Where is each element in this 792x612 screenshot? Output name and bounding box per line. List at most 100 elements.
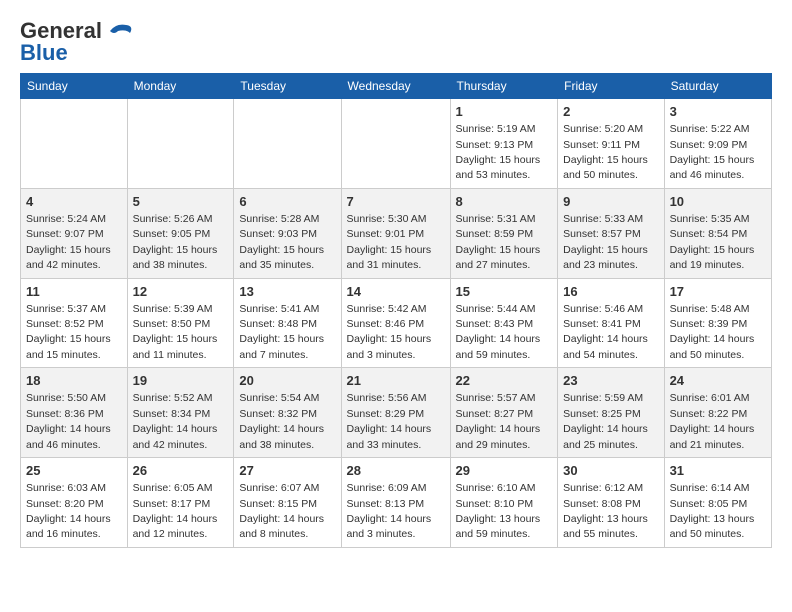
day-info: Sunrise: 5:48 AM Sunset: 8:39 PM Dayligh…	[670, 303, 755, 361]
calendar-cell: 25 Sunrise: 6:03 AM Sunset: 8:20 PM Dayli…	[21, 458, 128, 548]
calendar-week-2: 4 Sunrise: 5:24 AM Sunset: 9:07 PM Daylig…	[21, 188, 772, 278]
day-info: Sunrise: 5:31 AM Sunset: 8:59 PM Dayligh…	[456, 213, 541, 271]
day-info: Sunrise: 5:46 AM Sunset: 8:41 PM Dayligh…	[563, 303, 648, 361]
day-number: 7	[347, 193, 445, 211]
calendar-cell	[234, 99, 341, 189]
calendar-cell: 4 Sunrise: 5:24 AM Sunset: 9:07 PM Daylig…	[21, 188, 128, 278]
calendar-cell: 22 Sunrise: 5:57 AM Sunset: 8:27 PM Dayli…	[450, 368, 558, 458]
calendar-table: SundayMondayTuesdayWednesdayThursdayFrid…	[20, 73, 772, 548]
day-info: Sunrise: 6:05 AM Sunset: 8:17 PM Dayligh…	[133, 482, 218, 540]
calendar-cell	[341, 99, 450, 189]
day-info: Sunrise: 5:39 AM Sunset: 8:50 PM Dayligh…	[133, 303, 218, 361]
calendar-cell: 15 Sunrise: 5:44 AM Sunset: 8:43 PM Dayli…	[450, 278, 558, 368]
day-number: 5	[133, 193, 229, 211]
calendar-cell: 26 Sunrise: 6:05 AM Sunset: 8:17 PM Dayli…	[127, 458, 234, 548]
calendar-week-5: 25 Sunrise: 6:03 AM Sunset: 8:20 PM Dayli…	[21, 458, 772, 548]
calendar-cell: 17 Sunrise: 5:48 AM Sunset: 8:39 PM Dayli…	[664, 278, 771, 368]
day-number: 28	[347, 462, 445, 480]
calendar-cell: 12 Sunrise: 5:39 AM Sunset: 8:50 PM Dayli…	[127, 278, 234, 368]
col-header-wednesday: Wednesday	[341, 74, 450, 99]
logo-bird-icon	[106, 21, 134, 41]
day-info: Sunrise: 5:50 AM Sunset: 8:36 PM Dayligh…	[26, 392, 111, 450]
day-info: Sunrise: 5:20 AM Sunset: 9:11 PM Dayligh…	[563, 123, 648, 181]
day-number: 2	[563, 103, 658, 121]
day-info: Sunrise: 6:03 AM Sunset: 8:20 PM Dayligh…	[26, 482, 111, 540]
day-info: Sunrise: 6:01 AM Sunset: 8:22 PM Dayligh…	[670, 392, 755, 450]
day-info: Sunrise: 5:30 AM Sunset: 9:01 PM Dayligh…	[347, 213, 432, 271]
calendar-cell: 23 Sunrise: 5:59 AM Sunset: 8:25 PM Dayli…	[558, 368, 664, 458]
calendar-cell: 7 Sunrise: 5:30 AM Sunset: 9:01 PM Daylig…	[341, 188, 450, 278]
day-info: Sunrise: 5:22 AM Sunset: 9:09 PM Dayligh…	[670, 123, 755, 181]
logo-text: General	[20, 20, 102, 42]
day-number: 31	[670, 462, 766, 480]
calendar-cell: 3 Sunrise: 5:22 AM Sunset: 9:09 PM Daylig…	[664, 99, 771, 189]
day-number: 17	[670, 283, 766, 301]
calendar-cell	[21, 99, 128, 189]
day-info: Sunrise: 5:57 AM Sunset: 8:27 PM Dayligh…	[456, 392, 541, 450]
day-number: 4	[26, 193, 122, 211]
logo: General Blue	[20, 20, 134, 65]
calendar-cell: 28 Sunrise: 6:09 AM Sunset: 8:13 PM Dayli…	[341, 458, 450, 548]
calendar-cell	[127, 99, 234, 189]
day-number: 26	[133, 462, 229, 480]
day-number: 1	[456, 103, 553, 121]
day-number: 20	[239, 372, 335, 390]
day-info: Sunrise: 5:44 AM Sunset: 8:43 PM Dayligh…	[456, 303, 541, 361]
day-number: 13	[239, 283, 335, 301]
day-info: Sunrise: 5:54 AM Sunset: 8:32 PM Dayligh…	[239, 392, 324, 450]
logo-blue-text: Blue	[20, 40, 68, 65]
calendar-cell: 16 Sunrise: 5:46 AM Sunset: 8:41 PM Dayli…	[558, 278, 664, 368]
calendar-cell: 21 Sunrise: 5:56 AM Sunset: 8:29 PM Dayli…	[341, 368, 450, 458]
day-info: Sunrise: 6:12 AM Sunset: 8:08 PM Dayligh…	[563, 482, 648, 540]
calendar-cell: 24Sunrise: 6:01 AM Sunset: 8:22 PM Dayli…	[664, 368, 771, 458]
calendar-cell: 14 Sunrise: 5:42 AM Sunset: 8:46 PM Dayli…	[341, 278, 450, 368]
day-number: 22	[456, 372, 553, 390]
col-header-tuesday: Tuesday	[234, 74, 341, 99]
calendar-week-4: 18Sunrise: 5:50 AM Sunset: 8:36 PM Dayli…	[21, 368, 772, 458]
calendar-cell: 10Sunrise: 5:35 AM Sunset: 8:54 PM Dayli…	[664, 188, 771, 278]
col-header-monday: Monday	[127, 74, 234, 99]
day-info: Sunrise: 5:35 AM Sunset: 8:54 PM Dayligh…	[670, 213, 755, 271]
calendar-cell: 5 Sunrise: 5:26 AM Sunset: 9:05 PM Daylig…	[127, 188, 234, 278]
day-info: Sunrise: 5:59 AM Sunset: 8:25 PM Dayligh…	[563, 392, 648, 450]
calendar-cell: 31 Sunrise: 6:14 AM Sunset: 8:05 PM Dayli…	[664, 458, 771, 548]
day-number: 27	[239, 462, 335, 480]
day-number: 21	[347, 372, 445, 390]
day-info: Sunrise: 5:37 AM Sunset: 8:52 PM Dayligh…	[26, 303, 111, 361]
day-number: 6	[239, 193, 335, 211]
calendar-cell: 1 Sunrise: 5:19 AM Sunset: 9:13 PM Daylig…	[450, 99, 558, 189]
calendar-week-3: 11 Sunrise: 5:37 AM Sunset: 8:52 PM Dayli…	[21, 278, 772, 368]
day-number: 15	[456, 283, 553, 301]
day-info: Sunrise: 6:07 AM Sunset: 8:15 PM Dayligh…	[239, 482, 324, 540]
day-info: Sunrise: 5:42 AM Sunset: 8:46 PM Dayligh…	[347, 303, 432, 361]
col-header-thursday: Thursday	[450, 74, 558, 99]
day-number: 11	[26, 283, 122, 301]
day-info: Sunrise: 6:14 AM Sunset: 8:05 PM Dayligh…	[670, 482, 755, 540]
col-header-sunday: Sunday	[21, 74, 128, 99]
day-number: 3	[670, 103, 766, 121]
day-info: Sunrise: 5:19 AM Sunset: 9:13 PM Dayligh…	[456, 123, 541, 181]
day-info: Sunrise: 6:10 AM Sunset: 8:10 PM Dayligh…	[456, 482, 541, 540]
day-number: 12	[133, 283, 229, 301]
day-number: 14	[347, 283, 445, 301]
day-info: Sunrise: 5:26 AM Sunset: 9:05 PM Dayligh…	[133, 213, 218, 271]
calendar-cell: 13Sunrise: 5:41 AM Sunset: 8:48 PM Dayli…	[234, 278, 341, 368]
day-info: Sunrise: 5:56 AM Sunset: 8:29 PM Dayligh…	[347, 392, 432, 450]
header: General Blue	[20, 16, 772, 65]
day-info: Sunrise: 5:33 AM Sunset: 8:57 PM Dayligh…	[563, 213, 648, 271]
day-info: Sunrise: 6:09 AM Sunset: 8:13 PM Dayligh…	[347, 482, 432, 540]
day-number: 29	[456, 462, 553, 480]
calendar-cell: 11 Sunrise: 5:37 AM Sunset: 8:52 PM Dayli…	[21, 278, 128, 368]
day-number: 30	[563, 462, 658, 480]
day-info: Sunrise: 5:28 AM Sunset: 9:03 PM Dayligh…	[239, 213, 324, 271]
day-info: Sunrise: 5:24 AM Sunset: 9:07 PM Dayligh…	[26, 213, 111, 271]
calendar-cell: 29 Sunrise: 6:10 AM Sunset: 8:10 PM Dayli…	[450, 458, 558, 548]
day-info: Sunrise: 5:52 AM Sunset: 8:34 PM Dayligh…	[133, 392, 218, 450]
day-number: 16	[563, 283, 658, 301]
day-number: 25	[26, 462, 122, 480]
calendar-cell: 2 Sunrise: 5:20 AM Sunset: 9:11 PM Daylig…	[558, 99, 664, 189]
calendar-cell: 6 Sunrise: 5:28 AM Sunset: 9:03 PM Daylig…	[234, 188, 341, 278]
calendar-cell: 19Sunrise: 5:52 AM Sunset: 8:34 PM Dayli…	[127, 368, 234, 458]
day-number: 23	[563, 372, 658, 390]
calendar-cell: 27 Sunrise: 6:07 AM Sunset: 8:15 PM Dayli…	[234, 458, 341, 548]
